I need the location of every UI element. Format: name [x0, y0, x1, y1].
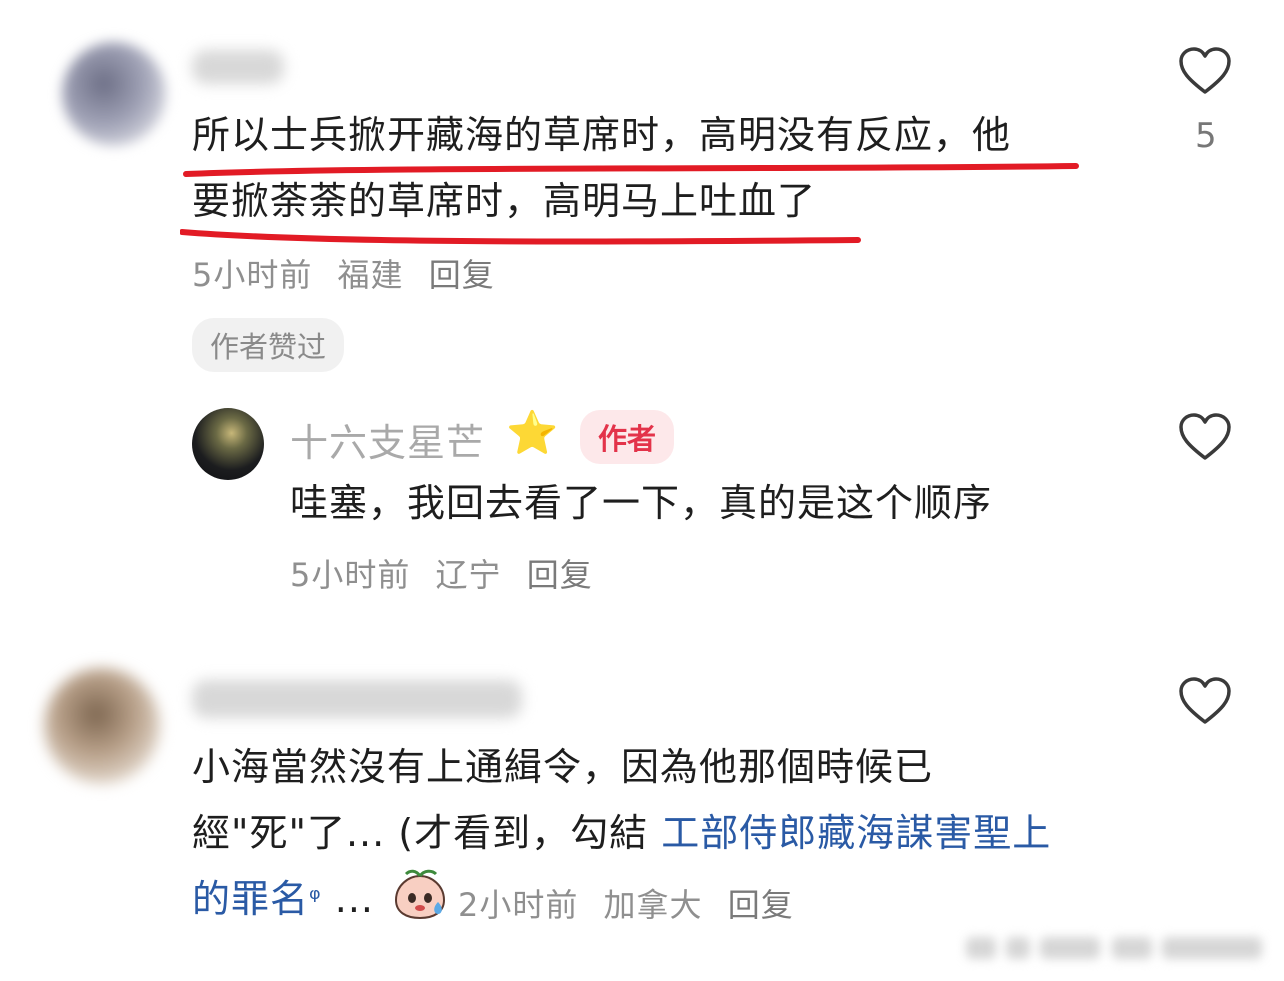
search-link[interactable]: 工部侍郎藏海謀害聖上 [661, 811, 1051, 855]
watermark [966, 931, 1266, 965]
comment-meta: 5小时前 辽宁 回复 [290, 550, 607, 596]
avatar[interactable] [44, 668, 160, 784]
comment-text-line: 的罪名ᵠ ... [192, 866, 374, 932]
username-blurred[interactable] [192, 680, 522, 718]
ellipsis: ... [334, 877, 374, 921]
reply-button[interactable]: 回复 [728, 886, 794, 924]
reply-username[interactable]: 十六支星芒 [290, 412, 485, 467]
peach-sticker-icon [394, 869, 446, 920]
comment-text-line: 小海當然沒有上通緝令，因為他那個時候已 [192, 745, 934, 789]
comment-meta: 2小时前 加拿大 回复 [458, 880, 808, 926]
reply-button[interactable]: 回复 [429, 256, 495, 294]
like-count: 5 [1195, 116, 1217, 156]
heart-icon[interactable] [1178, 46, 1232, 96]
search-link[interactable]: 的罪名 [192, 877, 309, 921]
comment-text-line: 經"死"了... (才看到，勾結 工部侍郎藏海謀害聖上 [192, 800, 1051, 866]
comment-time: 5小时前 [192, 256, 313, 294]
search-link-icon[interactable]: ᵠ [309, 882, 322, 915]
comment-time: 2小时前 [458, 886, 579, 924]
reply-text: 哇塞，我回去看了一下，真的是这个顺序 [290, 481, 993, 525]
author-tag: 作者 [580, 410, 675, 464]
star-icon: ⭐ [506, 408, 559, 457]
heart-icon[interactable] [1178, 676, 1232, 726]
author-liked-badge: 作者赞过 [192, 318, 345, 372]
red-highlight-underline [180, 163, 1079, 245]
heart-icon[interactable] [1178, 412, 1232, 462]
comment-text: 經"死"了... (才看到，勾結 [192, 811, 662, 855]
comment-time: 5小时前 [290, 556, 411, 594]
reply-button[interactable]: 回复 [527, 556, 593, 594]
comment-location: 加拿大 [603, 886, 703, 924]
avatar[interactable] [62, 42, 166, 146]
comment-meta: 5小时前 福建 回复 [192, 250, 509, 296]
username-blurred[interactable] [192, 50, 284, 84]
comment-location: 辽宁 [435, 556, 502, 594]
avatar[interactable] [192, 408, 264, 480]
comment-location: 福建 [337, 256, 404, 294]
